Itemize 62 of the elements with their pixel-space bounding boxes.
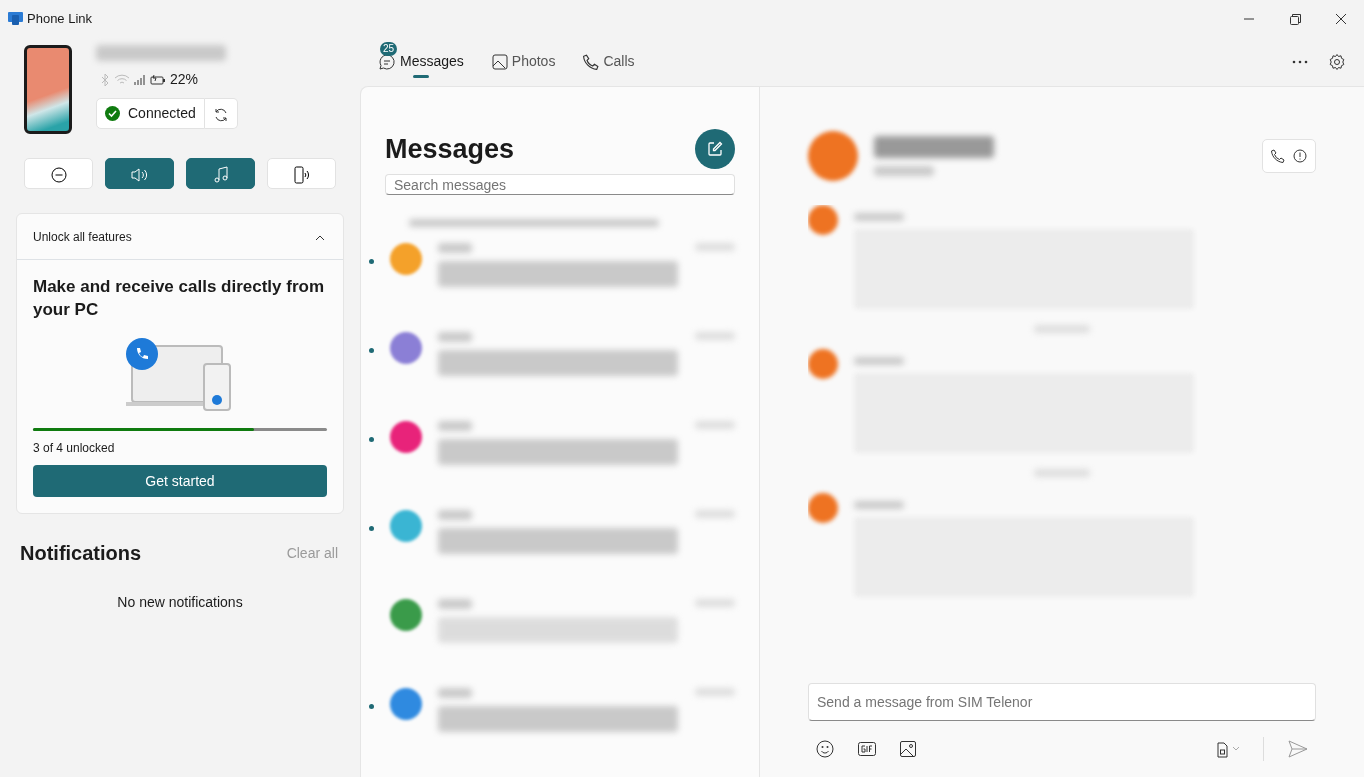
restore-icon: [1289, 13, 1301, 25]
unread-count-badge: 25: [380, 42, 398, 57]
search-field[interactable]: Search messages: [385, 173, 735, 196]
blurred-sender: [438, 599, 472, 609]
minus-circle-icon: [50, 166, 67, 183]
settings-icon: [1328, 53, 1346, 72]
music-note-icon: [213, 165, 228, 184]
messages-heading: Messages: [385, 133, 515, 167]
speaker-icon: [129, 166, 150, 183]
bluetooth-icon: [100, 72, 110, 87]
new-message-button[interactable]: [695, 129, 735, 170]
tab[interactable]: Messages 25: [368, 45, 474, 79]
image-icon[interactable]: [900, 741, 916, 757]
send-icon[interactable]: [1288, 740, 1308, 758]
emoji-icon[interactable]: [816, 740, 834, 758]
call-info-buttons[interactable]: [1262, 139, 1316, 174]
tab[interactable]: Photos: [481, 45, 566, 79]
info-icon: [1293, 149, 1307, 164]
phone-audio-button[interactable]: [267, 158, 336, 190]
battery-percentage: 22%: [170, 70, 199, 90]
card-header-text: Unlock all features: [33, 228, 132, 246]
blurred-contact-number: [874, 166, 934, 177]
do-not-disturb-button[interactable]: [24, 158, 93, 190]
check-circle-icon: [105, 106, 120, 122]
blurred-sender: [854, 213, 904, 222]
music-button[interactable]: [186, 158, 255, 190]
wifi-icon: [114, 73, 130, 86]
phone-icon: [583, 53, 600, 70]
close-icon: [1336, 14, 1346, 25]
blurred-sender: [438, 510, 472, 520]
progress-text: 3 of 4 unlocked: [33, 440, 116, 458]
blurred-sender: [438, 688, 472, 698]
chevron-up-icon: [315, 234, 325, 241]
compose-icon: [707, 141, 723, 158]
refresh-button[interactable]: [204, 98, 238, 130]
refresh-icon: [212, 106, 229, 123]
signal-icon: [134, 73, 146, 86]
app-icon: [8, 12, 23, 26]
notifications-heading: Notifications: [20, 541, 142, 567]
volume-button[interactable]: [105, 158, 174, 190]
phone-icon: [1271, 149, 1285, 164]
get-started-button[interactable]: Get started: [33, 465, 327, 498]
window-title: Phone Link: [27, 9, 93, 28]
empty-notifications-text: No new notifications: [116, 593, 244, 613]
card-title-text: Make and receive calls directly from your PC: [33, 276, 326, 322]
blurred-sender: [438, 421, 472, 431]
blurred-sender-avatar: [808, 205, 838, 236]
blurred-sender: [438, 243, 472, 253]
battery-icon: [150, 73, 166, 86]
blurred-sender: [854, 501, 904, 510]
image-icon: [491, 53, 508, 70]
tab[interactable]: Calls: [573, 45, 645, 79]
blurred-contact-avatar: [808, 131, 858, 182]
more-icon: [1292, 60, 1308, 65]
blurred-sender-avatar: [808, 493, 838, 524]
gif-icon[interactable]: [858, 742, 876, 756]
blurred-sender-avatar: [808, 349, 838, 380]
connection-status: Connected: [96, 98, 205, 130]
message-input-field[interactable]: Send a message from SIM Telenor: [808, 683, 1316, 721]
phone-sound-icon: [292, 165, 311, 184]
blurred-sender: [438, 332, 472, 342]
blurred-sender: [854, 357, 904, 366]
